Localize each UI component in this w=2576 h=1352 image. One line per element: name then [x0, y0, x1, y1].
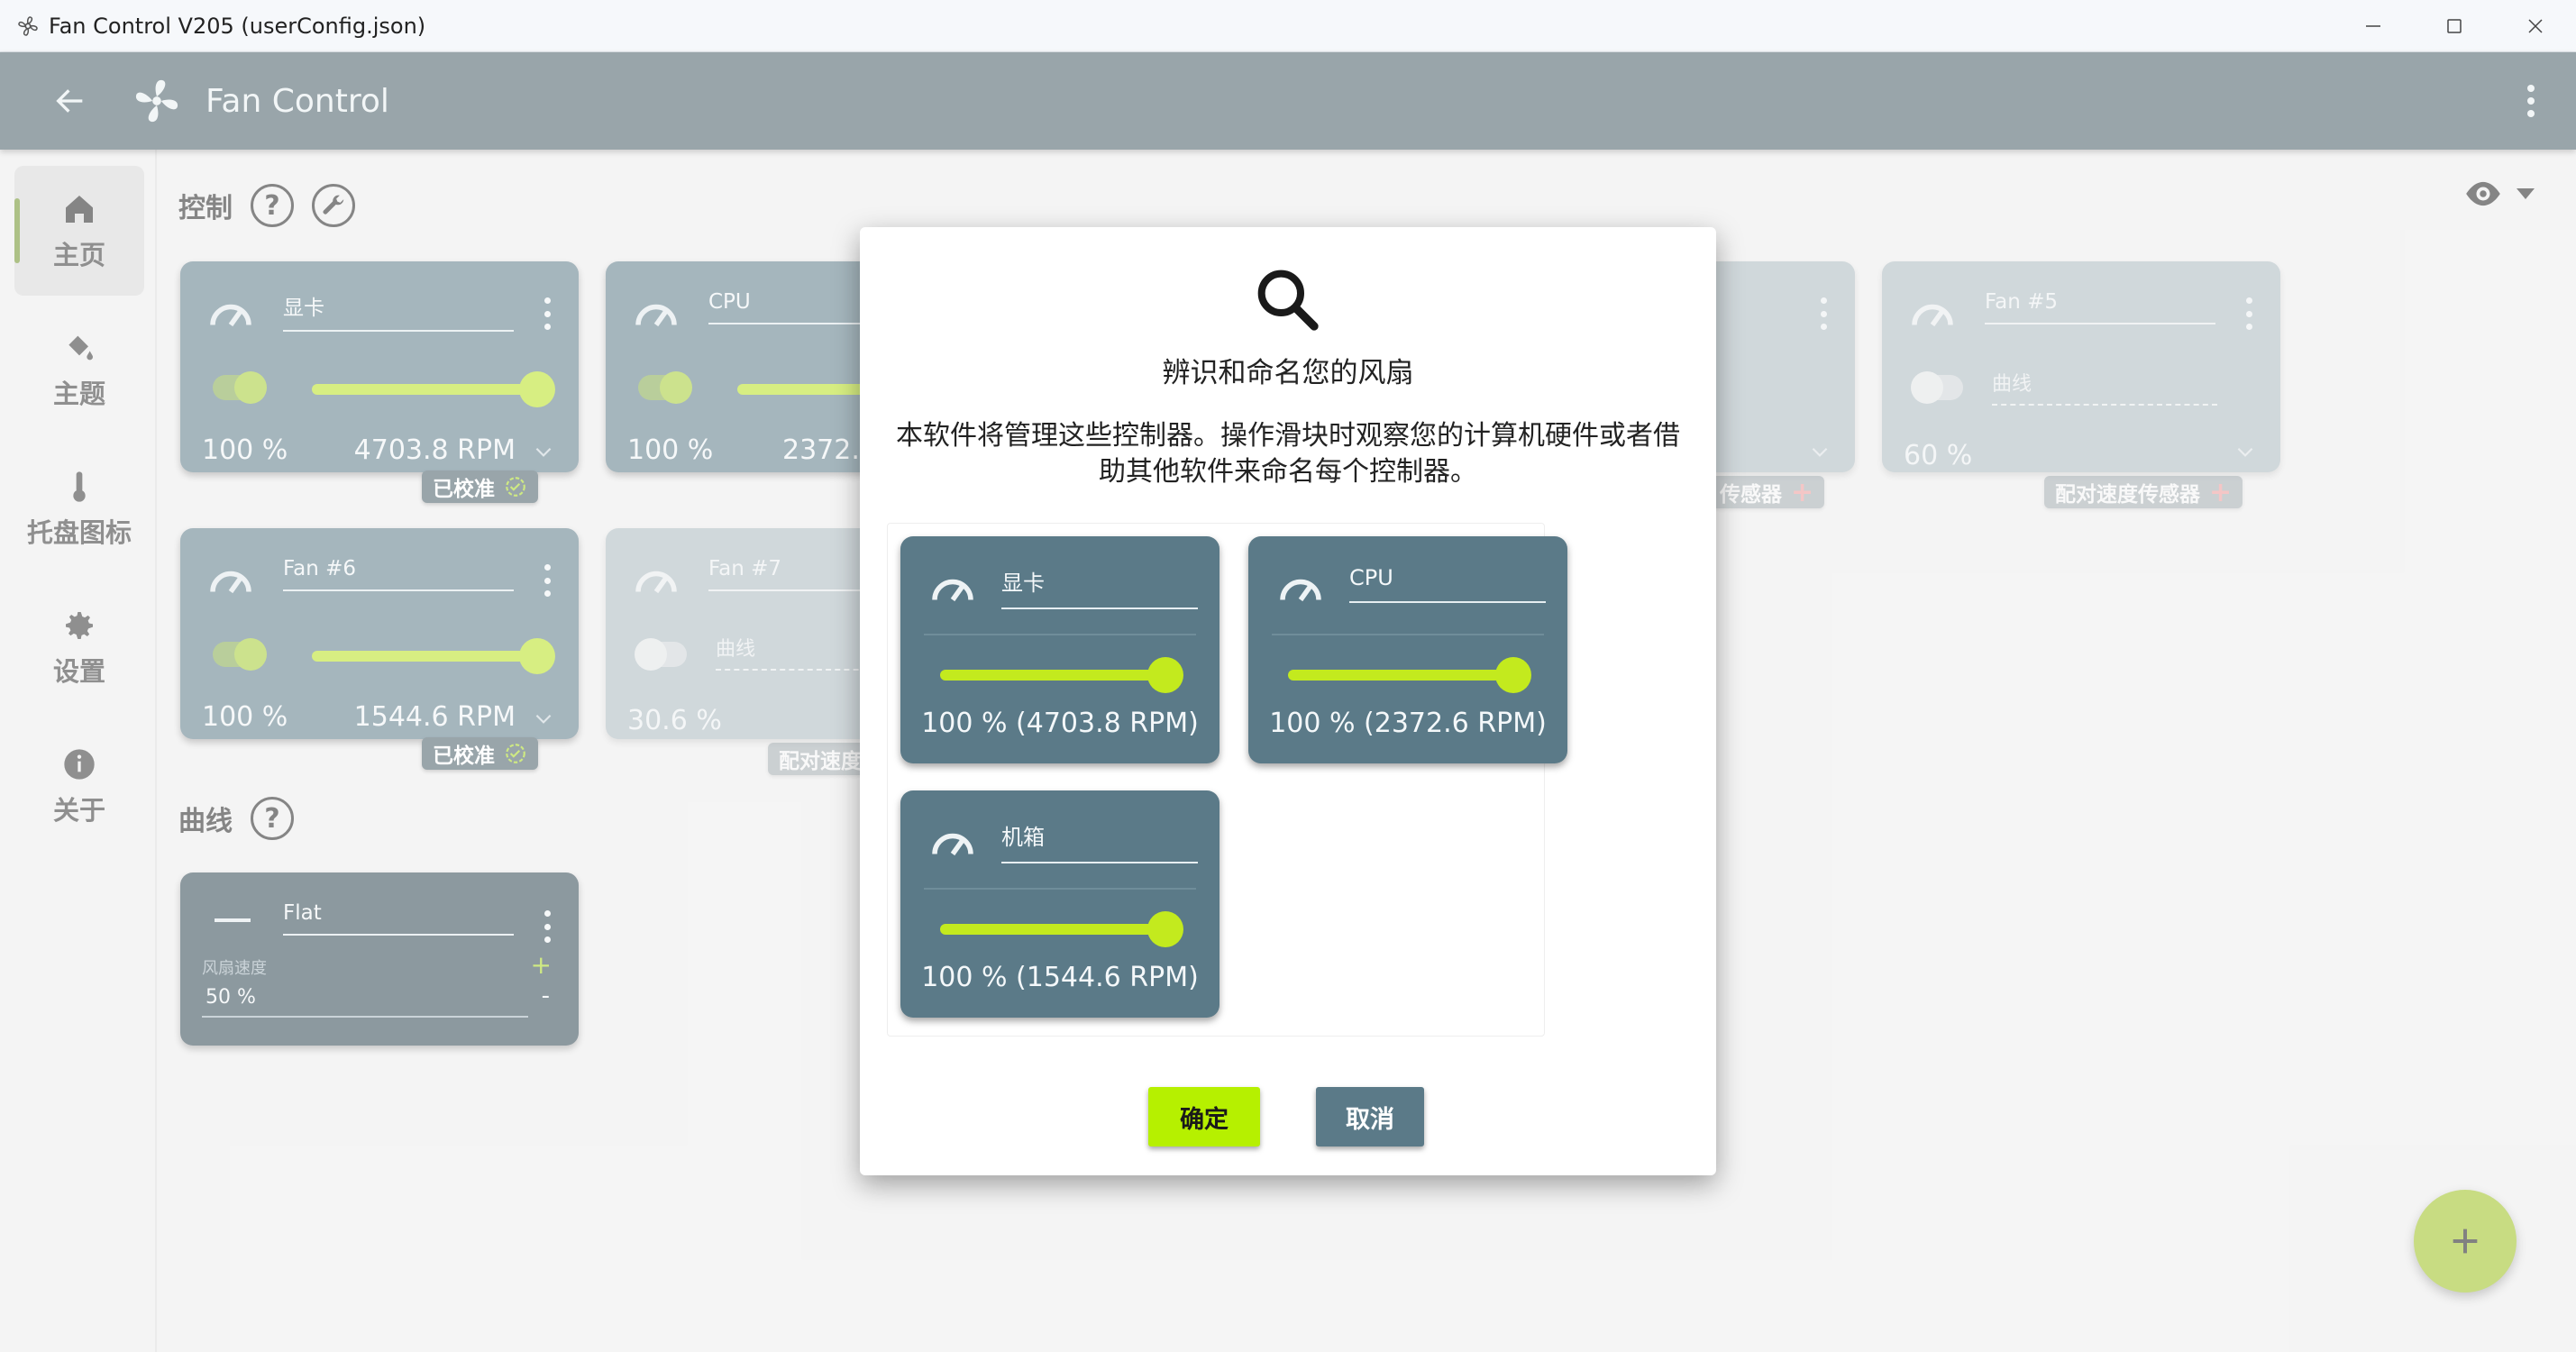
speed-readout: 100 % (4703.8 RPM) [921, 708, 1199, 739]
window-titlebar: Fan Control V205 (userConfig.json) [0, 0, 2576, 52]
confirm-button[interactable]: 确定 [1148, 1087, 1260, 1146]
dialog-card-case: 机箱 100 % (1544.6 RPM) [900, 790, 1219, 1018]
speed-slider[interactable] [940, 911, 1183, 947]
speed-readout: 100 % (2372.6 RPM) [1269, 708, 1547, 739]
close-window-button[interactable] [2495, 0, 2576, 52]
speed-slider[interactable] [940, 657, 1183, 693]
close-icon [2528, 19, 2543, 33]
minimize-icon [2366, 25, 2380, 27]
divider [924, 634, 1196, 635]
dialog-card-gpu: 显卡 100 % (4703.8 RPM) [900, 536, 1219, 763]
minimize-button[interactable] [2333, 0, 2414, 52]
speedometer-icon [932, 833, 973, 856]
maximize-icon [2447, 19, 2462, 33]
divider [1272, 634, 1544, 635]
maximize-button[interactable] [2414, 0, 2495, 52]
speedometer-icon [1280, 579, 1321, 602]
slider-thumb[interactable] [1495, 657, 1531, 693]
divider [924, 888, 1196, 890]
identify-fans-dialog: 辨识和命名您的风扇 本软件将管理这些控制器。操作滑块时观察您的计算机硬件或者借助… [860, 227, 1716, 1175]
controller-name-field[interactable]: 机箱 [1001, 819, 1198, 863]
controller-grid: 显卡 100 % (4703.8 RPM) CPU 100 % (2372.6 … [887, 523, 1567, 1037]
cancel-button[interactable]: 取消 [1316, 1087, 1424, 1146]
window-title: Fan Control V205 (userConfig.json) [49, 13, 426, 39]
dialog-title: 辨识和命名您的风扇 [1162, 357, 1414, 389]
speedometer-icon [932, 579, 973, 602]
speed-slider[interactable] [1288, 657, 1531, 693]
slider-thumb[interactable] [1147, 911, 1183, 947]
controller-name-field[interactable]: 显卡 [1001, 565, 1198, 609]
speed-readout: 100 % (1544.6 RPM) [921, 962, 1199, 993]
fan-app-icon [14, 13, 41, 40]
search-icon [1257, 269, 1319, 331]
slider-thumb[interactable] [1147, 657, 1183, 693]
controller-name-field[interactable]: CPU [1349, 565, 1546, 603]
dialog-description: 本软件将管理这些控制器。操作滑块时观察您的计算机硬件或者借助其他软件来命名每个控… [896, 420, 1680, 488]
dialog-card-cpu: CPU 100 % (2372.6 RPM) [1248, 536, 1567, 763]
